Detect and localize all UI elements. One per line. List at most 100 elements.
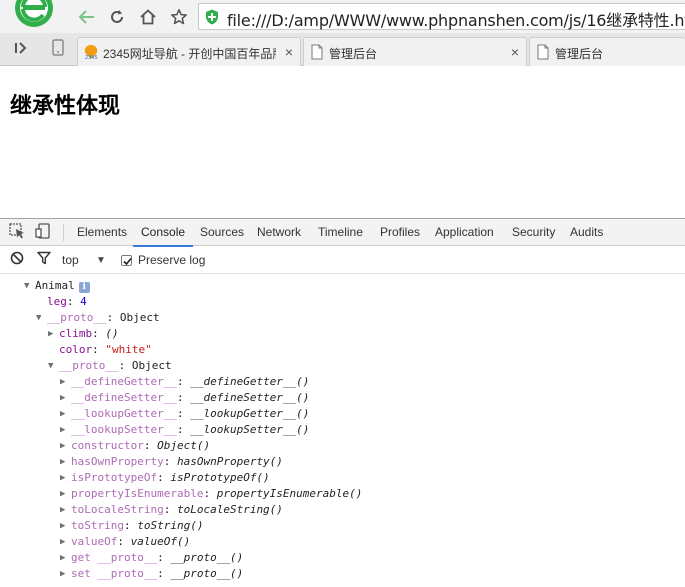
tab-profiles[interactable]: Profiles	[380, 219, 420, 246]
address-bar[interactable]: file:///D:/amp/WWW/www.phpnanshen.com/js…	[198, 3, 685, 30]
tab-elements[interactable]: Elements	[77, 219, 127, 246]
back-arrow-icon	[78, 9, 96, 25]
property-value: "white"	[105, 343, 152, 356]
property-row[interactable]: ▶ __lookupGetter__: __lookupGetter__()	[60, 406, 309, 422]
back-button[interactable]	[74, 5, 100, 29]
property-row: leg: 4	[36, 294, 87, 310]
console-toolbar: top ▼ Preserve log	[0, 247, 685, 274]
address-url[interactable]: file:///D:/amp/WWW/www.phpnanshen.com/js…	[227, 7, 685, 31]
svg-text:2345: 2345	[85, 55, 98, 60]
property-key: toString	[71, 519, 124, 532]
context-selector-value[interactable]: top	[62, 247, 79, 274]
property-row[interactable]: ▶ set __proto__: __proto__()	[60, 566, 243, 582]
collapsed-arrow-icon[interactable]: ▶	[60, 390, 71, 406]
property-key: __defineGetter__	[71, 375, 177, 388]
2345-favicon: 2345	[83, 44, 99, 61]
collapsed-arrow-icon[interactable]: ▶	[60, 470, 71, 486]
devtools-tab-bar: Elements Console Sources Network Timelin…	[0, 219, 685, 247]
collapsed-arrow-icon[interactable]: ▶	[60, 518, 71, 534]
property-key: __lookupSetter__	[71, 423, 177, 436]
property-row[interactable]: ▶ __lookupSetter__: __lookupSetter__()	[60, 422, 309, 438]
property-value: __lookupSetter__()	[190, 423, 310, 436]
key-separator: :	[117, 535, 131, 548]
collapsed-arrow-icon[interactable]: ▶	[60, 406, 71, 422]
preserve-log-checkbox[interactable]	[121, 255, 132, 266]
property-row[interactable]: ▼ __proto__: Object	[48, 358, 172, 374]
collapsed-arrow-icon[interactable]: ▶	[60, 486, 71, 502]
collapsed-arrow-icon[interactable]: ▶	[60, 422, 71, 438]
tab-network[interactable]: Network	[257, 219, 301, 246]
property-key: get __proto__	[71, 551, 158, 564]
console-object-root[interactable]: ▼ Animal i	[24, 278, 90, 294]
context-dropdown-icon[interactable]: ▼	[96, 247, 106, 274]
key-separator: :	[143, 439, 158, 452]
property-row[interactable]: ▼ __proto__: Object	[36, 310, 160, 326]
key-separator: :	[176, 391, 191, 404]
filter-button[interactable]	[35, 251, 53, 269]
expanded-arrow-icon[interactable]: ▼	[24, 278, 35, 294]
property-row[interactable]: ▶ __defineGetter__: __defineGetter__()	[60, 374, 309, 390]
browser-tab[interactable]: 管理后台	[529, 37, 685, 66]
collapsed-arrow-icon[interactable]: ▶	[60, 438, 71, 454]
tab-close-icon[interactable]: ×	[511, 45, 519, 59]
collapsed-arrow-icon[interactable]: ▶	[60, 534, 71, 550]
preserve-log-label[interactable]: Preserve log	[138, 247, 205, 274]
star-icon	[170, 8, 188, 26]
tab-sources[interactable]: Sources	[200, 219, 244, 246]
tab-console[interactable]: Console	[132, 219, 194, 247]
bookmark-button[interactable]	[166, 5, 192, 29]
clear-console-icon	[10, 251, 24, 270]
inspect-cursor-icon	[9, 222, 25, 244]
inspect-element-button[interactable]	[8, 222, 26, 244]
key-separator: :	[157, 471, 171, 484]
collapsed-arrow-icon[interactable]: ▶	[60, 566, 71, 582]
property-row[interactable]: ▶ propertyIsEnumerable: propertyIsEnumera…	[60, 486, 362, 502]
key-separator: :	[106, 311, 120, 324]
property-key: __proto__	[47, 311, 107, 324]
object-class-name: Animal	[35, 279, 75, 292]
property-key: climb	[59, 327, 93, 340]
key-separator: :	[176, 423, 191, 436]
property-row[interactable]: ▶ toString: toString()	[60, 518, 203, 534]
sidebar-toggle-button[interactable]	[10, 40, 32, 60]
collapsed-arrow-icon[interactable]: ▶	[60, 502, 71, 518]
expanded-arrow-icon[interactable]: ▼	[48, 358, 59, 374]
tab-timeline[interactable]: Timeline	[318, 219, 363, 246]
property-value: toLocaleString()	[176, 503, 283, 516]
collapsed-arrow-icon[interactable]: ▶	[48, 326, 59, 342]
key-separator: :	[66, 295, 81, 308]
property-value: __proto__()	[170, 567, 244, 580]
tab-application[interactable]: Application	[435, 219, 494, 246]
property-value: 4	[80, 295, 87, 308]
reload-button[interactable]	[104, 5, 130, 29]
sidebar-toggle-icon	[14, 41, 28, 59]
expanded-arrow-icon[interactable]: ▼	[36, 310, 47, 326]
property-row[interactable]: ▶ hasOwnProperty: hasOwnProperty()	[60, 454, 283, 470]
collapsed-arrow-icon[interactable]: ▶	[60, 374, 71, 390]
collapsed-arrow-icon[interactable]: ▶	[60, 550, 71, 566]
collapsed-arrow-icon[interactable]: ▶	[60, 454, 71, 470]
tablet-view-button[interactable]	[47, 39, 69, 60]
clear-console-button[interactable]	[8, 251, 26, 269]
property-row[interactable]: ▶ constructor: Object()	[60, 438, 210, 454]
property-row[interactable]: ▶ climb: ()	[48, 326, 119, 342]
browser-tab[interactable]: 2345 2345网址导航 - 开创中国百年品牌 ×	[77, 37, 301, 66]
key-separator: :	[163, 503, 177, 516]
tab-audits[interactable]: Audits	[570, 219, 603, 246]
tab-close-icon[interactable]: ×	[285, 45, 293, 59]
device-toolbar-button[interactable]	[34, 222, 52, 242]
info-icon[interactable]: i	[78, 282, 90, 293]
property-row[interactable]: ▶ get __proto__: __proto__()	[60, 550, 243, 566]
browser-tab[interactable]: 管理后台 ×	[303, 37, 527, 66]
property-value: propertyIsEnumerable()	[216, 487, 363, 500]
page-heading: 继承性体现	[10, 93, 121, 119]
property-row[interactable]: ▶ __defineSetter__: __defineSetter__()	[60, 390, 309, 406]
property-row: color: "white"	[48, 342, 152, 358]
home-button[interactable]	[135, 5, 161, 29]
property-row[interactable]: ▶ valueOf: valueOf()	[60, 534, 190, 550]
browser-e-logo[interactable]	[8, 0, 60, 34]
property-value: valueOf()	[130, 535, 191, 548]
property-row[interactable]: ▶ isPrototypeOf: isPrototypeOf()	[60, 470, 270, 486]
tab-security[interactable]: Security	[512, 219, 555, 246]
property-row[interactable]: ▶ toLocaleString: toLocaleString()	[60, 502, 283, 518]
